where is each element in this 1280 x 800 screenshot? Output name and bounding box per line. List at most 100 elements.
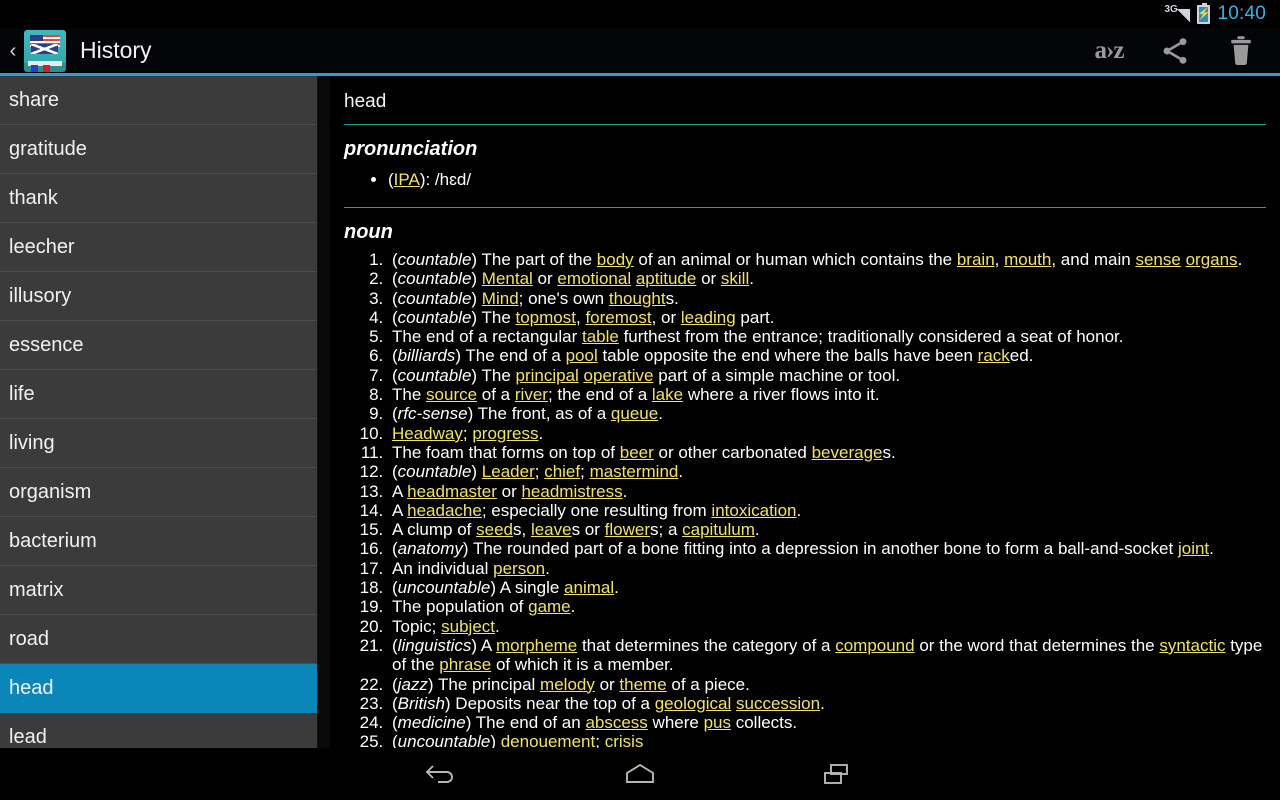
wiki-link[interactable]: foremost — [585, 308, 651, 327]
sidebar-item-share[interactable]: share — [0, 76, 317, 125]
wiki-link[interactable]: headmaster — [407, 482, 497, 501]
wiki-link[interactable]: IPA — [394, 170, 420, 189]
wiki-link[interactable]: brain — [957, 250, 995, 269]
wiki-link[interactable]: melody — [540, 675, 595, 694]
sort-az-icon: a›z — [1095, 37, 1124, 65]
wiki-link[interactable]: aptitude — [636, 269, 697, 288]
battery-charging-icon: ⚡ — [1197, 5, 1210, 24]
wiki-link[interactable]: crisis — [605, 732, 644, 748]
wiki-link[interactable]: subject — [441, 617, 495, 636]
wiki-link[interactable]: body — [597, 250, 634, 269]
sidebar-item-essence[interactable]: essence — [0, 321, 317, 370]
wiki-link[interactable]: geological — [655, 694, 732, 713]
wiki-link[interactable]: chief — [544, 462, 580, 481]
sidebar-item-label: organism — [9, 481, 91, 504]
wiki-link[interactable]: syntactic — [1159, 636, 1225, 655]
wiki-link[interactable]: progress — [472, 424, 538, 443]
wiki-link[interactable]: skill — [721, 269, 749, 288]
wiki-link[interactable]: table — [582, 327, 619, 346]
wiki-link[interactable]: pus — [704, 713, 731, 732]
wiki-link[interactable]: rack — [978, 346, 1010, 365]
home-icon — [620, 760, 660, 788]
us-flag-canton — [30, 35, 43, 41]
sidebar-item-lead[interactable]: lead — [0, 713, 317, 748]
wiki-link[interactable]: mastermind — [590, 462, 679, 481]
share-button[interactable] — [1142, 27, 1208, 75]
wiki-link[interactable]: queue — [611, 404, 658, 423]
definition-item: (anatomy) The rounded part of a bone fit… — [388, 539, 1266, 558]
wiki-link[interactable]: intoxication — [711, 501, 796, 520]
wiki-link[interactable]: sense — [1135, 250, 1180, 269]
sidebar-item-illusory[interactable]: illusory — [0, 272, 317, 321]
wiki-link[interactable]: flower — [605, 520, 650, 539]
signal-strength-icon: 3G — [1164, 5, 1190, 23]
wiki-link[interactable]: headmistress — [521, 482, 622, 501]
wiki-link[interactable]: beer — [620, 443, 654, 462]
wiki-link[interactable]: capitulum — [682, 520, 755, 539]
definition-list: (countable) The part of the body of an a… — [330, 250, 1266, 748]
wiki-link[interactable]: lake — [652, 385, 683, 404]
sidebar-item-head[interactable]: head — [0, 664, 317, 713]
definition-pane[interactable]: head pronunciation(IPA): /hɛd/noun(count… — [330, 76, 1280, 748]
wiki-link[interactable]: operative — [584, 366, 654, 385]
wiki-link[interactable]: headache — [407, 501, 482, 520]
wiki-link[interactable]: organs — [1186, 250, 1238, 269]
delete-button[interactable] — [1208, 27, 1274, 75]
sidebar-item-life[interactable]: life — [0, 370, 317, 419]
wiki-link[interactable]: principal — [516, 366, 579, 385]
wiki-link[interactable]: joint — [1178, 539, 1209, 558]
content-area: sharegratitudethankleecher illusory essenc… — [0, 76, 1280, 748]
wiki-link[interactable]: emotional — [557, 269, 631, 288]
wiki-link[interactable]: Headway — [392, 424, 463, 443]
wiki-link[interactable]: game — [528, 597, 571, 616]
wiki-link[interactable]: person — [493, 559, 545, 578]
definition-item: (billiards) The end of a pool table oppo… — [388, 346, 1266, 365]
wiki-link[interactable]: Mind — [482, 289, 519, 308]
wiki-link[interactable]: phrase — [439, 655, 491, 674]
sidebar-item-bacterium[interactable]: bacterium — [0, 517, 317, 566]
definition-item: (countable) The principal operative part… — [388, 366, 1266, 385]
wiki-link[interactable]: compound — [835, 636, 914, 655]
nav-home-button[interactable] — [604, 752, 676, 796]
sidebar-item-organism[interactable]: organism — [0, 468, 317, 517]
wiki-link[interactable]: topmost — [516, 308, 576, 327]
wiki-link[interactable]: abscess — [585, 713, 647, 732]
sidebar-item-label: matrix — [9, 579, 63, 602]
sidebar-item-road[interactable]: road — [0, 615, 317, 664]
sidebar-item-label: illusory — [9, 285, 71, 308]
sidebar-item-gratitude[interactable]: gratitude — [0, 125, 317, 174]
nav-recents-button[interactable] — [801, 752, 873, 796]
headword: head — [330, 76, 1266, 124]
sidebar-item-thank[interactable]: thank — [0, 174, 317, 223]
page-title: History — [80, 37, 152, 64]
app-logo-icon[interactable] — [24, 30, 66, 72]
nav-back-button[interactable] — [407, 752, 479, 796]
wiki-link[interactable]: morpheme — [496, 636, 577, 655]
wiki-link[interactable]: theme — [619, 675, 666, 694]
wiki-link[interactable]: seed — [476, 520, 513, 539]
wiki-link[interactable]: pool — [566, 346, 598, 365]
definition-item: (countable) Leader; chief; mastermind. — [388, 462, 1266, 481]
sidebar-item-leecher[interactable]: leecher — [0, 223, 317, 272]
wiki-link[interactable]: succession — [736, 694, 820, 713]
wiki-link[interactable]: beverage — [812, 443, 883, 462]
wiki-link[interactable]: source — [426, 385, 477, 404]
wiki-link[interactable]: denouement — [501, 732, 596, 748]
back-chevron-icon[interactable]: ‹ — [0, 41, 22, 61]
sidebar-item-matrix[interactable]: matrix — [0, 566, 317, 615]
sidebar-item-living[interactable]: living — [0, 419, 317, 468]
wiki-link[interactable]: river — [515, 385, 548, 404]
history-list[interactable]: sharegratitudethankleecher illusory essenc… — [0, 76, 318, 748]
wiki-link[interactable]: animal — [564, 578, 614, 597]
wiki-link[interactable]: Mental — [482, 269, 533, 288]
wiki-link[interactable]: leave — [531, 520, 572, 539]
wiki-link[interactable]: mouth — [1004, 250, 1051, 269]
uk-flag-icon — [31, 44, 58, 54]
wiki-link[interactable]: leading — [681, 308, 736, 327]
sidebar-item-label: essence — [9, 334, 84, 357]
wiki-link[interactable]: thought — [609, 289, 666, 308]
sort-az-button[interactable]: a›z — [1076, 27, 1142, 75]
definition-item: (British) Deposits near the top of a geo… — [388, 694, 1266, 713]
wiki-link[interactable]: Leader — [482, 462, 535, 481]
pronunciation-list: (IPA): /hɛd/ — [330, 167, 1266, 193]
